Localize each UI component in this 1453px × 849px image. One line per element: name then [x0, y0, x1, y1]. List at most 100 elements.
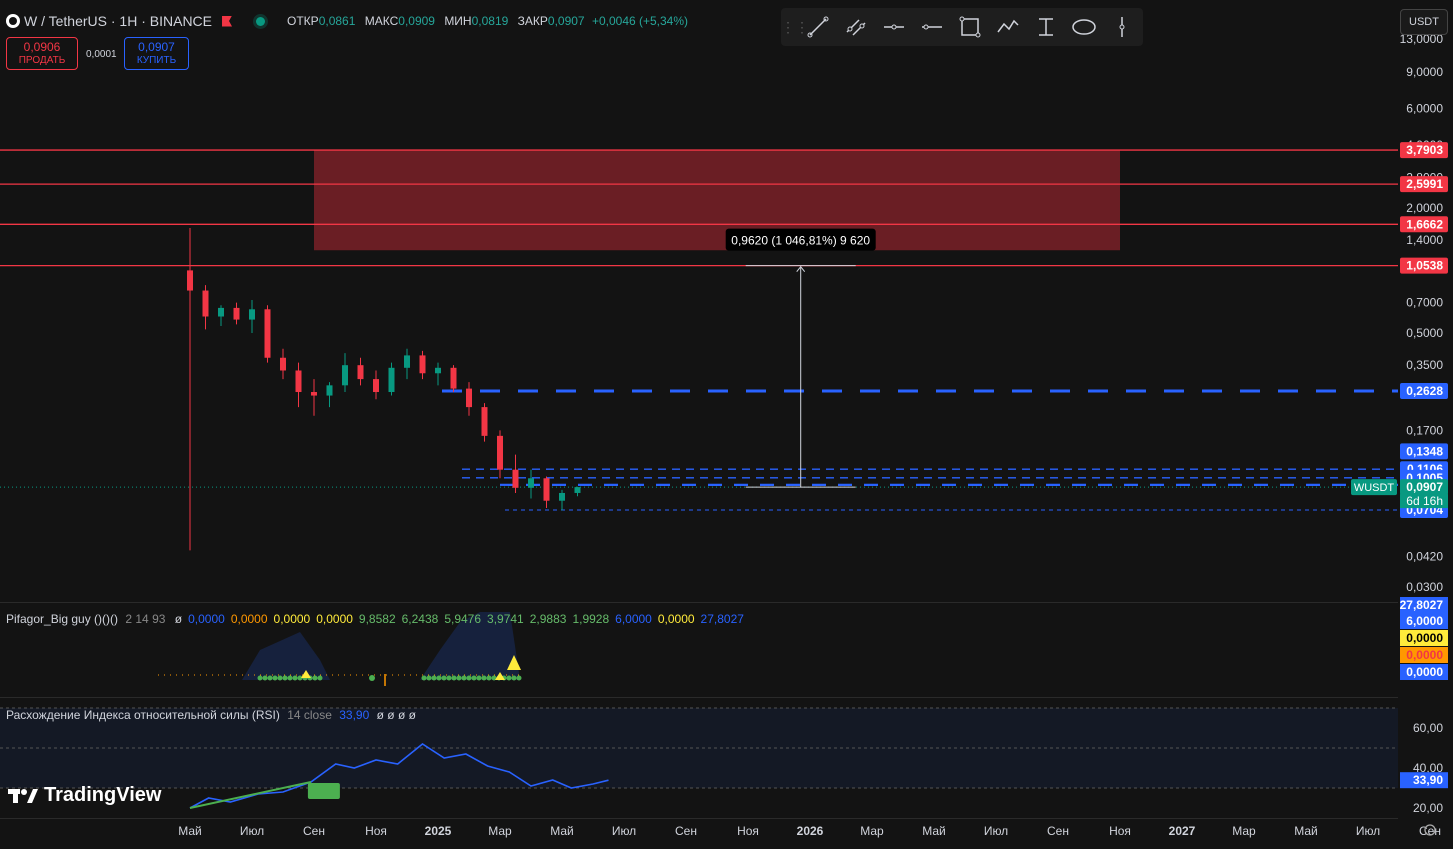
- candle-body: [559, 492, 565, 501]
- pifagor-dot: [282, 675, 288, 681]
- candle-body: [357, 365, 364, 380]
- trend-line-icon[interactable]: [799, 8, 837, 46]
- rsi-tick-label: 20,00: [1413, 801, 1443, 815]
- pifagor-scale-text: 0,0000: [1406, 631, 1443, 645]
- time-tick-label: Июл: [984, 824, 1008, 838]
- time-tick-label: Сен: [1419, 824, 1441, 838]
- candle-body: [543, 478, 550, 501]
- pifagor-value: 6,2438: [401, 612, 439, 626]
- price-level-text: 0,1348: [1406, 444, 1443, 458]
- pifagor-name: Pifagor_Big guy ()()(): [6, 612, 119, 626]
- price-tick-label: 0,5000: [1406, 326, 1443, 340]
- rectangle-icon[interactable]: [951, 8, 989, 46]
- candle-body: [373, 379, 379, 393]
- price-level-text: 0,0907: [1406, 480, 1443, 494]
- candle-body: [574, 487, 581, 493]
- time-tick-label: Июл: [240, 824, 264, 838]
- ohlc-values: ОТКР0,0861 МАКС0,0909 МИН0,0819 ЗАКР0,09…: [281, 14, 688, 28]
- high-key: МАКС: [364, 14, 399, 28]
- pifagor-value: 5,9476: [444, 612, 482, 626]
- pifagor-value: 0,0000: [188, 612, 225, 626]
- price-level-text: 1,6662: [1406, 217, 1443, 231]
- time-tick-label: 2027: [1169, 824, 1196, 838]
- bull-label-box: [307, 783, 340, 799]
- pifagor-value: 1,9928: [572, 612, 610, 626]
- time-tick-label: 2025: [425, 824, 452, 838]
- candle-body: [404, 355, 410, 368]
- pifagor-scale-text: 0,0000: [1406, 648, 1443, 662]
- price-range-icon[interactable]: [1027, 8, 1065, 46]
- rsi-legend[interactable]: Расхождение Индекса относительной силы (…: [6, 708, 416, 722]
- price-tick-label: 0,0420: [1406, 550, 1443, 564]
- pifagor-dot: [262, 675, 268, 681]
- change-value: +0,0046 (+5,34%): [591, 14, 689, 28]
- logo-text: TradingView: [44, 784, 162, 806]
- price-tick-label: 2,0000: [1406, 201, 1443, 215]
- close-key: ЗАКР: [517, 14, 548, 28]
- buy-button[interactable]: 0,0907 КУПИТЬ: [124, 37, 189, 70]
- pane-divider: [0, 602, 1398, 603]
- horizontal-ray-icon[interactable]: [875, 8, 913, 46]
- horizontal-line-icon[interactable]: [913, 8, 951, 46]
- candle-body: [435, 367, 441, 374]
- time-tick-label: Май: [178, 824, 202, 838]
- pifagor-dot: [421, 675, 427, 681]
- pifagor-values: ø 0,0000 0,0000 0,0000 0,0000 9,8582 6,2438 5,9…: [169, 612, 744, 626]
- buy-label: КУПИТЬ: [136, 55, 177, 66]
- candle-body: [218, 307, 224, 317]
- flag-icon[interactable]: [222, 15, 233, 27]
- symbol-header: W / TetherUS · 1H · BINANCE ОТКР0,0861 М…: [6, 12, 688, 30]
- time-tick-label: Мар: [860, 824, 884, 838]
- currency-selector[interactable]: USDT: [1400, 9, 1448, 35]
- time-tick-label: Мар: [1232, 824, 1256, 838]
- pifagor-value: 9,8582: [358, 612, 396, 626]
- parallel-channel-icon[interactable]: [837, 8, 875, 46]
- time-tick-label: Сен: [303, 824, 325, 838]
- time-tick-label: Июл: [612, 824, 636, 838]
- pifagor-dot: [451, 675, 457, 681]
- pifagor-scale-text: 27,8027: [1400, 598, 1444, 612]
- close-value: 0,0907: [547, 14, 585, 28]
- pifagor-dot: [272, 675, 278, 681]
- tradingview-logo[interactable]: TradingView: [8, 784, 161, 807]
- price-tick-label: 0,0300: [1406, 580, 1443, 594]
- candle-body: [481, 407, 488, 436]
- sell-button[interactable]: 0,0906 ПРОДАТЬ: [6, 37, 78, 70]
- price-tick-label: 0,7000: [1406, 296, 1443, 310]
- candle-body: [295, 370, 302, 393]
- pifagor-dot: [476, 675, 482, 681]
- price-level-text: 2,5991: [1406, 177, 1443, 191]
- pifagor-dot: [441, 675, 447, 681]
- rsi-value-text: 33,90: [1413, 773, 1443, 787]
- pifagor-legend[interactable]: Pifagor_Big guy ()()() 2 14 93 ø 0,0000 0,…: [6, 612, 744, 626]
- candle-body: [233, 307, 240, 320]
- time-tick-label: Сен: [675, 824, 697, 838]
- candle-body: [528, 478, 534, 488]
- pifagor-dot: [511, 675, 517, 681]
- pifagor-dot: [436, 675, 442, 681]
- path-icon[interactable]: [989, 8, 1027, 46]
- vertical-line-icon[interactable]: [1103, 8, 1141, 46]
- drag-handle-icon[interactable]: ⋮⋮: [781, 19, 809, 36]
- pifagor-dot: [466, 675, 472, 681]
- pifagor-dot: [516, 675, 522, 681]
- pifagor-dot: [312, 675, 318, 681]
- pifagor-dot: [431, 675, 437, 681]
- pifagor-params: 2 14 93: [125, 612, 166, 626]
- time-tick-label: Ноя: [1109, 824, 1131, 838]
- low-value: 0,0819: [471, 14, 509, 28]
- pifagor-dot: [461, 675, 467, 681]
- pifagor-dot: [426, 675, 432, 681]
- candle-body: [249, 309, 255, 320]
- high-value: 0,0909: [398, 14, 435, 28]
- price-tick-label: 9,0000: [1406, 65, 1443, 79]
- pifagor-dot: [292, 675, 298, 681]
- time-tick-label: Май: [1294, 824, 1318, 838]
- sell-price: 0,0906: [23, 40, 61, 54]
- candle-body: [497, 435, 503, 470]
- time-tick-label: Май: [922, 824, 946, 838]
- time-tick-label: Сен: [1047, 824, 1069, 838]
- symbol-title[interactable]: W / TetherUS · 1H · BINANCE: [24, 13, 212, 29]
- ellipse-icon[interactable]: [1065, 8, 1103, 46]
- pifagor-value: 0,0000: [230, 612, 268, 626]
